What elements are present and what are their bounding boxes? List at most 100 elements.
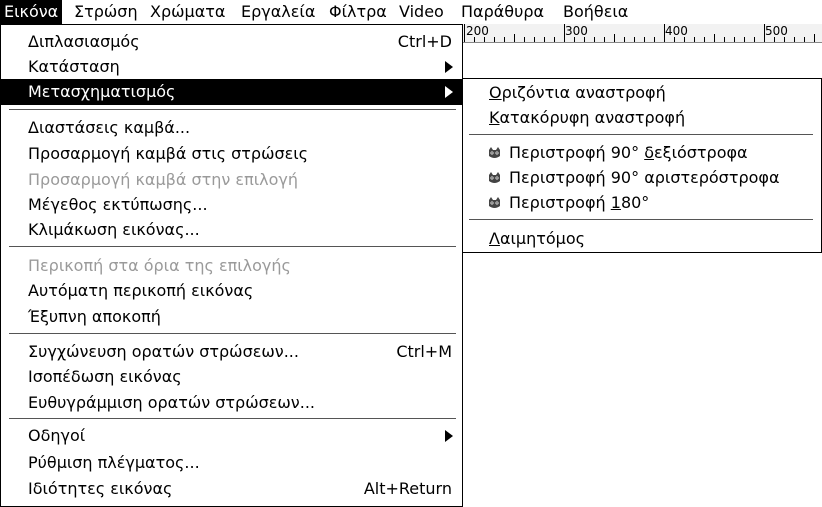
menu-layer[interactable]: Στρώση: [70, 0, 142, 24]
ruler-label: 200: [466, 24, 489, 38]
label-text: Περιστροφή 90°: [509, 143, 645, 162]
menu-item-flip-vertical[interactable]: Κατακόρυφη αναστροφή: [463, 105, 821, 131]
menu-separator: [469, 219, 813, 220]
menu-item-canvas-size[interactable]: Διαστάσεις καμβά...: [1, 115, 462, 141]
menu-video[interactable]: Video: [395, 0, 448, 24]
menu-item-label: Προσαρμογή καμβά στις στρώσεις: [28, 144, 309, 163]
shortcut-label: Alt+Return: [363, 479, 452, 498]
submenu-arrow-icon: [445, 61, 453, 73]
menu-item-mode[interactable]: Κατάσταση: [1, 54, 462, 80]
menu-item-fit-canvas-layers[interactable]: Προσαρμογή καμβά στις στρώσεις: [1, 141, 462, 167]
gimp-wilber-icon: [489, 172, 500, 183]
ruler-tick: [694, 37, 695, 42]
ruler-tick: [724, 37, 725, 42]
menu-item-duplicate[interactable]: Διπλασιασμός Ctrl+D: [1, 29, 462, 55]
ruler-tick: [674, 37, 675, 42]
ruler-tick: [524, 37, 525, 42]
menu-image[interactable]: Εικόνα: [0, 0, 63, 24]
mnemonic-char: Λ: [489, 229, 500, 248]
ruler-tick: [774, 37, 775, 42]
menu-item-label: Περιστροφή 90° αριστερόστροφα: [509, 168, 780, 187]
ruler-tick: [784, 37, 785, 42]
ruler-tick: [714, 34, 715, 42]
ruler-tick: [644, 37, 645, 42]
menu-item-label: Διπλασιασμός: [28, 32, 140, 51]
menu-item-configure-grid[interactable]: Ρύθμιση πλέγματος...: [1, 450, 462, 476]
ruler-tick: [814, 34, 815, 42]
menu-item-crop-to-selection: Περικοπή στα όρια της επιλογής: [1, 253, 462, 279]
ruler-tick: [634, 37, 635, 42]
ruler-tick: [654, 37, 655, 42]
label-text: ριζόντια αναστροφή: [501, 83, 666, 102]
mnemonic-char: 1: [610, 193, 621, 212]
menu-item-label: Ευθυγράμμιση ορατών στρώσεων...: [28, 393, 315, 412]
menu-item-rotate-cw[interactable]: Περιστροφή 90° δεξιόστροφα: [463, 140, 821, 166]
menu-item-label: Αυτόματη περικοπή εικόνας: [28, 281, 254, 300]
ruler-tick: [764, 24, 765, 42]
menu-colors[interactable]: Χρώματα: [146, 0, 229, 24]
menu-item-label: Περιστροφή 180°: [509, 190, 649, 216]
menu-item-label: Μετασχηματισμός: [28, 82, 176, 101]
menu-item-label: Ιδιότητες εικόνας: [28, 479, 173, 498]
menu-item-autocrop[interactable]: Αυτόματη περικοπή εικόνας: [1, 278, 462, 304]
menu-item-scale-image[interactable]: Κλιμάκωση εικόνας...: [1, 217, 462, 243]
shortcut-label: Ctrl+M: [396, 342, 452, 361]
menu-item-label: Κλιμάκωση εικόνας...: [28, 220, 200, 239]
menu-item-label: Διαστάσεις καμβά...: [28, 118, 191, 137]
ruler-tick: [594, 37, 595, 42]
ruler-tick: [554, 37, 555, 42]
ruler-tick: [754, 37, 755, 42]
menu-item-zealous-crop[interactable]: Έξυπνη αποκοπή: [1, 304, 462, 330]
ruler-tick: [804, 37, 805, 42]
mnemonic-char: δ: [644, 143, 654, 162]
label-text: αιμητόμος: [499, 229, 586, 248]
menu-item-label: Προσαρμογή καμβά στην επιλογή: [28, 170, 298, 189]
ruler-tick: [704, 37, 705, 42]
menu-item-rotate-ccw[interactable]: Περιστροφή 90° αριστερόστροφα: [463, 165, 821, 191]
label-text: ατακόρυφη αναστροφή: [499, 108, 686, 127]
menu-windows[interactable]: Παράθυρα: [457, 0, 548, 24]
menu-item-align-visible[interactable]: Ευθυγράμμιση ορατών στρώσεων...: [1, 390, 462, 416]
menubar: Εικόνα Στρώση Χρώματα Εργαλεία Φίλτρα Vi…: [0, 0, 822, 24]
menu-item-flatten[interactable]: Ισοπέδωση εικόνας: [1, 364, 462, 390]
menu-tools[interactable]: Εργαλεία: [237, 0, 319, 24]
menu-separator: [469, 134, 813, 135]
menu-item-merge-visible[interactable]: Συγχώνευση ορατών στρώσεων... Ctrl+M: [1, 339, 462, 365]
menu-item-label: Περιστροφή 90° δεξιόστροφα: [509, 140, 748, 166]
menu-separator: [9, 246, 456, 247]
ruler-tick: [504, 37, 505, 42]
ruler-tick: [624, 37, 625, 42]
horizontal-ruler[interactable]: 200 300 400 500: [463, 24, 822, 43]
menu-item-label: Κατάσταση: [28, 57, 120, 76]
menu-item-label: Οριζόντια αναστροφή: [489, 80, 666, 106]
ruler-tick: [734, 37, 735, 42]
menu-item-label: Ρύθμιση πλέγματος...: [28, 453, 200, 472]
menu-item-rotate-180[interactable]: Περιστροφή 180°: [463, 190, 821, 216]
ruler-tick: [534, 37, 535, 42]
menu-item-print-size[interactable]: Μέγεθος εκτύπωσης...: [1, 192, 462, 218]
menu-item-label: Συγχώνευση ορατών στρώσεων...: [28, 342, 299, 361]
menu-item-flip-horizontal[interactable]: Οριζόντια αναστροφή: [463, 80, 821, 106]
label-text: εξιόστροφα: [654, 143, 748, 162]
menu-item-label: Μέγεθος εκτύπωσης...: [28, 195, 208, 214]
menu-item-properties[interactable]: Ιδιότητες εικόνας Alt+Return: [1, 476, 462, 502]
menu-item-guides[interactable]: Οδηγοί: [1, 423, 462, 449]
menu-item-label: Κατακόρυφη αναστροφή: [489, 105, 685, 131]
ruler-tick: [614, 34, 615, 42]
gimp-wilber-icon: [489, 147, 500, 158]
submenu-arrow-icon: [445, 86, 453, 98]
menu-item-label: Οδηγοί: [28, 426, 86, 445]
menu-item-label: Λαιμητόμος: [489, 226, 585, 252]
ruler-tick: [514, 34, 515, 42]
menu-item-transform[interactable]: Μετασχηματισμός: [1, 79, 462, 105]
transform-submenu: Οριζόντια αναστροφή Κατακόρυφη αναστροφή…: [462, 78, 822, 253]
image-menu-dropdown: Διπλασιασμός Ctrl+D Κατάσταση Μετασχηματ…: [0, 24, 463, 507]
menu-item-label: Έξυπνη αποκοπή: [28, 307, 161, 326]
menu-item-guillotine[interactable]: Λαιμητόμος: [463, 226, 821, 252]
submenu-arrow-icon: [445, 430, 453, 442]
menu-separator: [9, 418, 456, 419]
menu-help[interactable]: Βοήθεια: [559, 0, 632, 24]
ruler-tick: [474, 37, 475, 42]
mnemonic-char: Κ: [489, 108, 500, 127]
menu-filters[interactable]: Φίλτρα: [325, 0, 391, 24]
